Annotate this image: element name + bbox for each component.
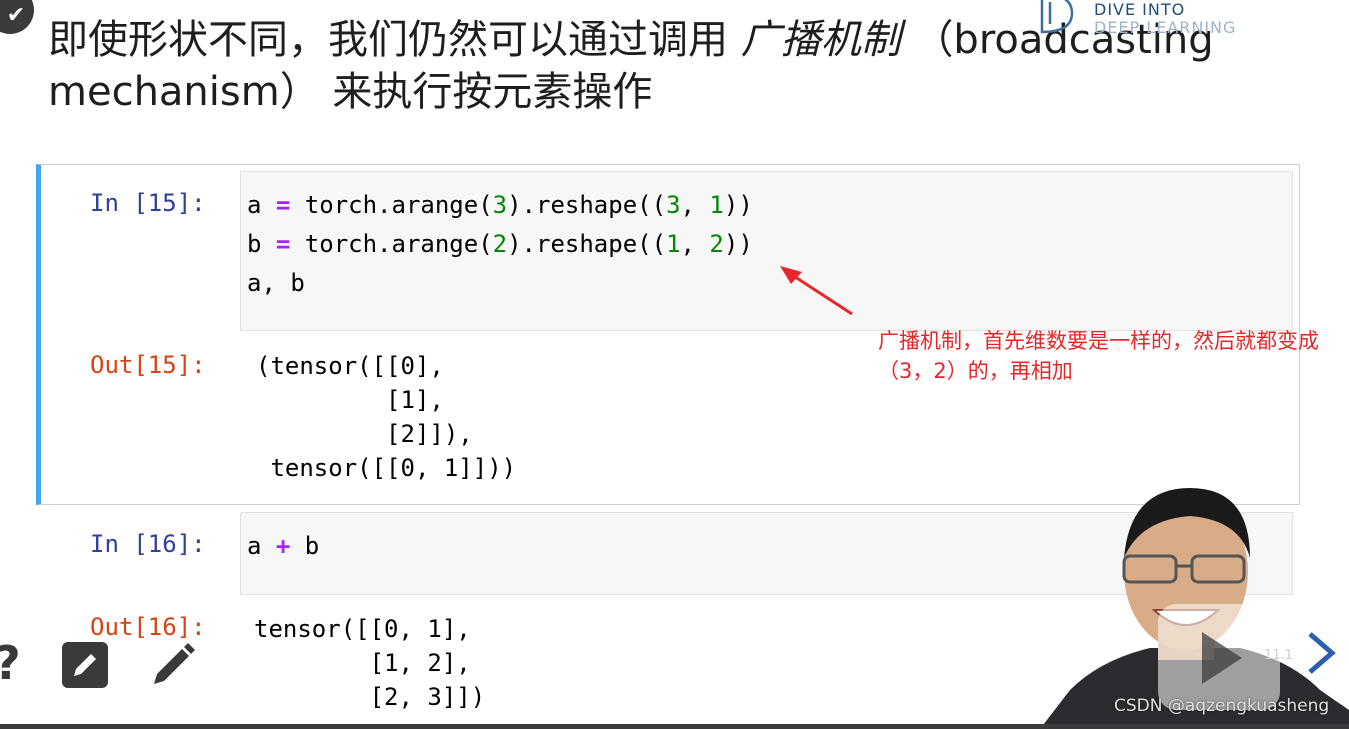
code-number: 3 <box>492 191 508 219</box>
play-icon <box>1202 632 1242 684</box>
annotation-note: 广播机制，首先维数要是一样的，然后就都变成（3，2）的，再相加 <box>878 329 1319 383</box>
logo-text-top: DIVE INTO <box>1094 0 1186 19</box>
next-slide-icon[interactable] <box>1302 628 1338 678</box>
output-prompt-15: Out[15]: <box>90 351 206 379</box>
d2l-logo-icon <box>1040 0 1074 34</box>
code-line: a, b <box>247 264 753 303</box>
code-block-15[interactable]: a = torch.arange(3).reshape((3, 1)) b = t… <box>247 186 753 303</box>
code-text: a <box>247 191 276 219</box>
input-prompt-15: In [15]: <box>90 189 206 217</box>
output-block-15: (tensor([[0], [1], [2]]), tensor([[0, 1]… <box>256 352 517 482</box>
annotation-arrow-icon <box>780 266 853 316</box>
output-block-16: tensor([[0, 1], [1, 2], [2, 3]]) <box>254 615 486 711</box>
code-operator: = <box>275 191 291 219</box>
code-text: )) <box>723 191 753 219</box>
code-block-16[interactable]: a + b <box>247 527 319 566</box>
code-text: ).reshape(( <box>507 191 667 219</box>
code-operator: = <box>275 230 291 258</box>
corner-badge-icon[interactable]: ✔ <box>0 0 34 34</box>
watermark: CSDN @aqzengkuasheng <box>1114 696 1330 716</box>
code-text: , <box>680 191 710 219</box>
output-prompt-16: Out[16]: <box>90 613 206 641</box>
code-text: a <box>247 532 276 560</box>
code-text: torch.arange( <box>290 230 493 258</box>
code-operator: + <box>275 532 291 560</box>
code-text: ).reshape(( <box>507 230 667 258</box>
input-prompt-16: In [16]: <box>90 530 206 558</box>
code-line: b = torch.arange(2).reshape((1, 2)) <box>247 225 753 264</box>
bottom-progress-bar <box>0 724 1349 729</box>
title-emphasis: 广播机制 <box>740 17 901 63</box>
slide-number: 11.1 <box>1264 648 1293 663</box>
code-line: a + b <box>247 527 319 566</box>
code-number: 1 <box>709 191 724 219</box>
edit-box-icon[interactable] <box>62 642 108 688</box>
code-number: 2 <box>492 230 508 258</box>
code-text: torch.arange( <box>290 191 493 219</box>
code-text: b <box>290 532 320 560</box>
code-number: 1 <box>666 230 681 258</box>
title-prefix: 即使形状不同，我们仍然可以通过调用 <box>48 17 728 63</box>
code-text: )) <box>723 230 753 258</box>
code-number: 2 <box>709 230 724 258</box>
logo-text-bottom: DEEP LEARNING <box>1094 18 1237 37</box>
code-text: , <box>680 230 710 258</box>
code-text: a, b <box>247 269 305 297</box>
pencil-icon[interactable] <box>148 640 196 690</box>
code-number: 3 <box>666 191 681 219</box>
help-icon[interactable]: ? <box>0 638 21 688</box>
d2l-logo: DIVE INTO DEEP LEARNING <box>1032 0 1262 40</box>
edit-pencil-glyph-icon <box>74 654 96 676</box>
code-line: a = torch.arange(3).reshape((3, 1)) <box>247 186 753 225</box>
code-text: b <box>247 230 276 258</box>
